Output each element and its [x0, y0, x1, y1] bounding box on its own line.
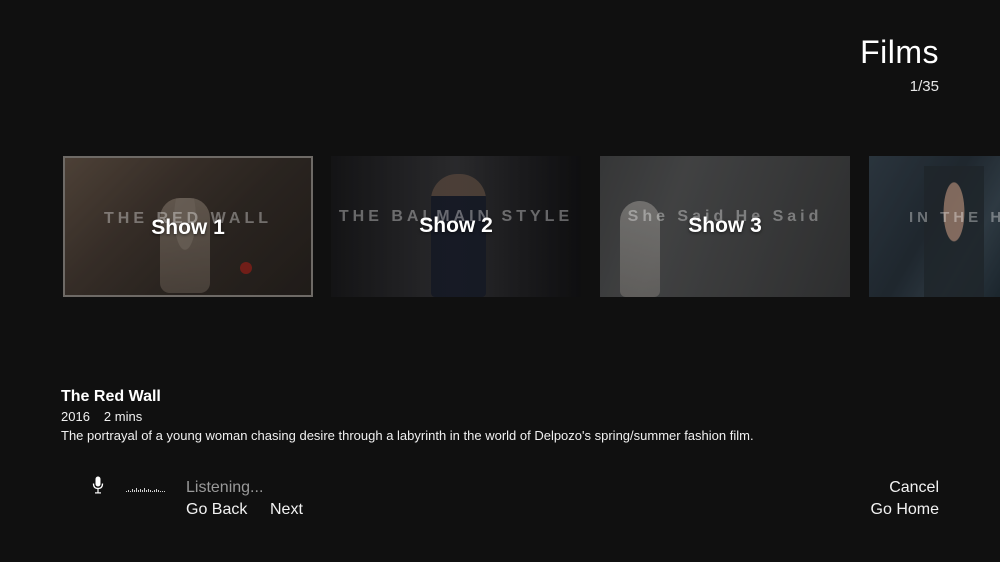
- film-meta: 2016 2 mins: [61, 409, 754, 424]
- film-description: The portrayal of a young woman chasing d…: [61, 428, 754, 443]
- film-tile-4[interactable]: IN THE HOUR OF MAYA: [869, 156, 1000, 297]
- audio-level-icon: [126, 488, 165, 492]
- film-tile-show-3[interactable]: She Said He Said Show 3: [600, 156, 850, 297]
- voice-status: Listening...: [186, 479, 264, 496]
- tile-caption: Show 2: [419, 214, 493, 237]
- film-year: 2016: [61, 409, 90, 424]
- next-command[interactable]: Next: [270, 501, 303, 519]
- page-title: Films: [860, 34, 939, 70]
- film-tile-show-2[interactable]: THE BALMAIN STYLE Show 2: [331, 156, 581, 297]
- item-counter: 1/35: [909, 78, 939, 95]
- film-title: The Red Wall: [61, 388, 161, 405]
- microphone-icon: [92, 476, 104, 494]
- cancel-command[interactable]: Cancel: [889, 479, 939, 497]
- tile-artwork-title: IN THE HOUR OF MAYA: [909, 209, 1000, 226]
- tile-caption: Show 3: [688, 214, 762, 237]
- go-back-command[interactable]: Go Back: [186, 501, 247, 519]
- films-carousel: THE RED WALL Show 1 THE BALMAIN STYLE Sh…: [63, 156, 1000, 297]
- go-home-command[interactable]: Go Home: [871, 501, 939, 519]
- film-details: The Red Wall 2016 2 mins The portrayal of…: [61, 388, 754, 443]
- tile-caption: Show 1: [151, 216, 225, 239]
- film-tile-show-1[interactable]: THE RED WALL Show 1: [63, 156, 313, 297]
- film-duration: 2 mins: [103, 409, 143, 424]
